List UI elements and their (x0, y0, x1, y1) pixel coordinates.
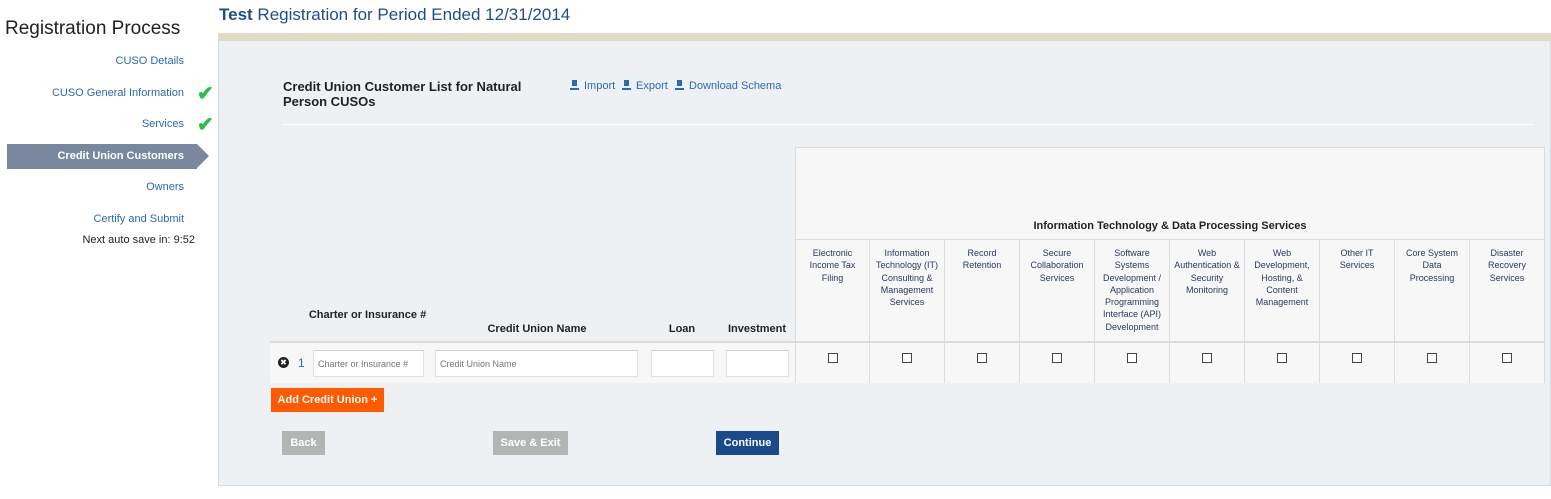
service-checkbox[interactable] (977, 353, 987, 363)
import-icon (570, 80, 579, 90)
sidebar-item-cuso-general-information[interactable]: CUSO General Information (52, 87, 184, 99)
service-cell (1020, 343, 1095, 383)
service-cell (1320, 343, 1395, 383)
service-column-header: Web Development, Hosting, & Content Mana… (1245, 240, 1320, 343)
import-label: Import (584, 80, 616, 92)
service-column-header: Information Technology (IT) Consulting &… (870, 240, 945, 343)
service-checkbox[interactable] (1427, 353, 1437, 363)
service-column-header: Electronic Income Tax Filing (795, 240, 870, 343)
back-button[interactable]: Back (282, 431, 325, 455)
loan-input[interactable] (651, 350, 714, 377)
column-header-charter: Charter or Insurance # (308, 309, 427, 321)
service-cell (1095, 343, 1170, 383)
service-column-header: Core System Data Processing (1395, 240, 1470, 343)
row-number: 1 (298, 356, 305, 370)
export-label: Export (636, 80, 668, 92)
download-schema-link[interactable]: Download Schema (675, 80, 781, 92)
investment-input[interactable] (726, 350, 789, 377)
check-icon: ✔ (197, 114, 214, 136)
service-checkbox[interactable] (1502, 353, 1512, 363)
service-cell (795, 343, 870, 383)
service-cell (870, 343, 945, 383)
header-bar (218, 33, 1551, 41)
service-column-header: Disaster Recovery Services (1470, 240, 1545, 343)
add-credit-union-button[interactable]: Add Credit Union + (271, 388, 384, 412)
export-link[interactable]: Export (622, 80, 668, 92)
service-column-header: Secure Collaboration Services (1020, 240, 1095, 343)
sidebar-item-certify-and-submit[interactable]: Certify and Submit (94, 213, 184, 225)
sidebar-item-owners[interactable]: Owners (146, 181, 184, 193)
save-exit-button[interactable]: Save & Exit (493, 431, 568, 455)
download-icon (675, 80, 684, 90)
service-checkbox[interactable] (1202, 353, 1212, 363)
column-header-investment: Investment (727, 323, 787, 335)
service-cell (1245, 343, 1320, 383)
remove-row-icon[interactable]: ✖ (278, 357, 289, 368)
sidebar-item-credit-union-customers[interactable]: Credit Union Customers (7, 144, 209, 169)
service-cell (1470, 343, 1545, 383)
page-title: Test Registration for Period Ended 12/31… (219, 5, 570, 25)
service-column-header: Software Systems Development / Applicati… (1095, 240, 1170, 343)
export-icon (622, 80, 631, 90)
continue-button[interactable]: Continue (716, 431, 779, 455)
service-column-header: Web Authentication & Security Monitoring (1170, 240, 1245, 343)
credit-union-name-input[interactable] (435, 350, 638, 377)
service-column-header: Other IT Services (1320, 240, 1395, 343)
service-checkbox[interactable] (902, 353, 912, 363)
service-checkbox[interactable] (1352, 353, 1362, 363)
download-schema-label: Download Schema (689, 80, 782, 92)
service-checkbox[interactable] (1052, 353, 1062, 363)
it-services-group-header: Information Technology & Data Processing… (795, 147, 1545, 240)
import-link[interactable]: Import (570, 80, 615, 92)
column-header-loan: Loan (668, 323, 696, 335)
service-checkbox[interactable] (1277, 353, 1287, 363)
service-checkbox[interactable] (828, 353, 838, 363)
service-cell (945, 343, 1020, 383)
autosave-timer: Next auto save in: 9:52 (82, 234, 195, 246)
service-checkbox[interactable] (1127, 353, 1137, 363)
title-test-label: Test (219, 5, 253, 24)
sidebar-item-cuso-details[interactable]: CUSO Details (116, 55, 184, 67)
sidebar-item-services[interactable]: Services (142, 118, 184, 130)
service-cell (1395, 343, 1470, 383)
column-header-credit-union-name: Credit Union Name (487, 323, 587, 335)
charter-input[interactable] (313, 350, 424, 377)
check-icon: ✔ (197, 83, 214, 105)
title-text: Registration for Period Ended 12/31/2014 (252, 5, 571, 24)
divider (282, 124, 1534, 125)
sidebar-title: Registration Process (5, 18, 181, 39)
section-title: Credit Union Customer List for Natural P… (283, 79, 522, 109)
service-cell (1170, 343, 1245, 383)
service-column-header: Record Retention (945, 240, 1020, 343)
